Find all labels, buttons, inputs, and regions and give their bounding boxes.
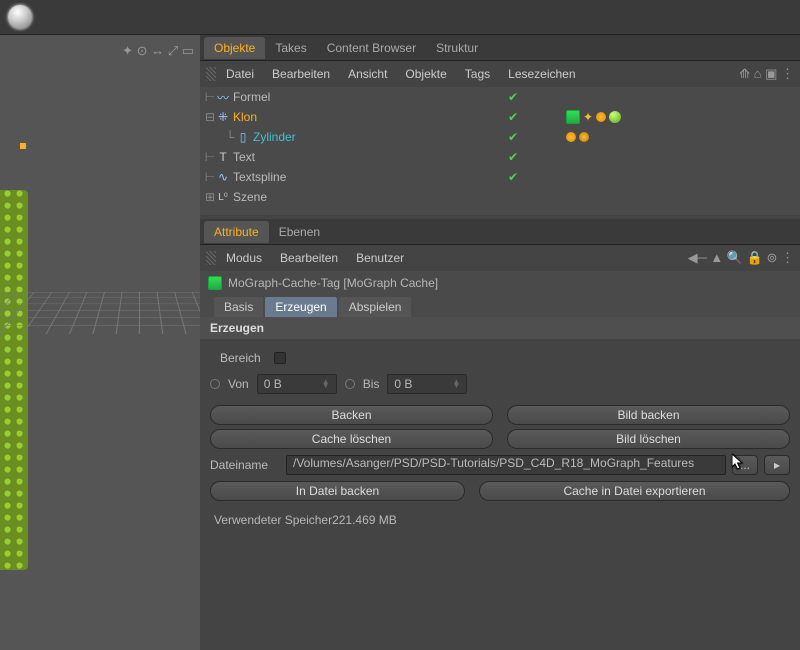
button-bild-loeschen[interactable]: Bild löschen (507, 429, 790, 449)
subtab-abspielen[interactable]: Abspielen (339, 297, 412, 317)
button-backen[interactable]: Backen (210, 405, 493, 425)
grip-icon (206, 67, 216, 81)
tab-attribute[interactable]: Attribute (204, 221, 269, 243)
tree-label: Formel (233, 90, 270, 104)
menu-benutzer[interactable]: Benutzer (348, 248, 412, 268)
tab-struktur[interactable]: Struktur (426, 37, 488, 59)
null-icon: L⁰ (216, 190, 230, 204)
tab-content-browser[interactable]: Content Browser (317, 37, 426, 59)
checkbox-bereich[interactable] (274, 352, 286, 364)
radio-von[interactable] (210, 379, 220, 389)
input-dateiname[interactable]: /Volumes/Asanger/PSD/PSD-Tutorials/PSD_C… (286, 455, 726, 475)
object-title-text: MoGraph-Cache-Tag [MoGraph Cache] (228, 276, 438, 290)
label-von: Von (228, 377, 249, 391)
gizmo-handle[interactable] (20, 143, 26, 149)
menu-tags[interactable]: Tags (457, 64, 498, 84)
radio-bis[interactable] (345, 379, 355, 389)
visibility-dots[interactable]: ✔ (508, 150, 518, 164)
menu-bearbeiten[interactable]: Bearbeiten (264, 64, 338, 84)
button-browse[interactable]: ... (732, 455, 758, 475)
memory-usage: Verwendeter Speicher221.469 MB (200, 503, 800, 537)
mograph-cache-icon (208, 276, 222, 290)
tag-icon[interactable]: ✦ (583, 110, 593, 124)
visibility-dots[interactable]: ✔ (508, 90, 518, 104)
tree-item-zylinder[interactable]: └▯ Zylinder ✔ (200, 127, 800, 147)
menu-bearbeiten-attr[interactable]: Bearbeiten (272, 248, 346, 268)
object-tree[interactable]: ⊢〰 Formel ✔ ⊟⁜ Klon ✔ ✦ └▯ Zylinder ✔ (200, 87, 800, 215)
viewport-3d[interactable]: ✦ ⊙ ↔ ⤢ ▭ (0, 35, 200, 650)
ground-grid (0, 292, 200, 334)
tree-label: Klon (233, 110, 257, 124)
menu-ansicht[interactable]: Ansicht (340, 64, 395, 84)
menu-objekte[interactable]: Objekte (397, 64, 454, 84)
section-header: Erzeugen (200, 317, 800, 339)
button-in-datei-backen[interactable]: In Datei backen (210, 481, 465, 501)
menu-datei[interactable]: Datei (218, 64, 262, 84)
object-title: MoGraph-Cache-Tag [MoGraph Cache] (200, 271, 800, 295)
menu-lesezeichen[interactable]: Lesezeichen (500, 64, 583, 84)
label-bereich: Bereich (210, 351, 266, 365)
tree-label: Szene (233, 190, 267, 204)
light-icon[interactable] (8, 5, 32, 29)
visibility-dots[interactable]: ✔ (508, 130, 518, 144)
tree-item-textspline[interactable]: ⊢∿ Textspline ✔ (200, 167, 800, 187)
om-toolbar-icons[interactable]: ⟰ ⌂ ▣ ⋮ (739, 66, 794, 82)
cylinder-icon: ▯ (236, 130, 250, 144)
grip-icon (206, 251, 216, 265)
visibility-dots[interactable]: ✔ (508, 110, 518, 124)
tree-item-text[interactable]: ⊢T Text ✔ (200, 147, 800, 167)
button-path-arrow[interactable]: ▸ (764, 455, 790, 475)
tab-ebenen[interactable]: Ebenen (269, 221, 330, 243)
tree-item-szene[interactable]: ⊞L⁰ Szene (200, 187, 800, 207)
tree-label: Textspline (233, 170, 286, 184)
cloned-cylinders (0, 190, 28, 570)
input-bis[interactable]: 0 B▲▼ (387, 374, 467, 394)
subtab-basis[interactable]: Basis (214, 297, 263, 317)
tag-icon[interactable] (566, 132, 576, 142)
tag-icon[interactable] (596, 112, 606, 122)
spline-icon: ∿ (216, 170, 230, 184)
input-von[interactable]: 0 B▲▼ (257, 374, 337, 394)
label-dateiname: Dateiname (210, 458, 280, 472)
mograph-cache-tag-icon[interactable] (566, 110, 580, 124)
button-cache-export[interactable]: Cache in Datei exportieren (479, 481, 790, 501)
viewport-icons: ✦ ⊙ ↔ ⤢ ▭ (122, 43, 194, 59)
tree-label: Zylinder (253, 130, 296, 144)
menu-modus[interactable]: Modus (218, 248, 270, 268)
attr-nav-icons[interactable]: ◀─ ▲ 🔍 🔒 ⊚ ⋮ (688, 250, 794, 266)
button-cache-loeschen[interactable]: Cache löschen (210, 429, 493, 449)
tab-takes[interactable]: Takes (265, 37, 316, 59)
tree-item-klon[interactable]: ⊟⁜ Klon ✔ ✦ (200, 107, 800, 127)
label-bis: Bis (363, 377, 380, 391)
tree-item-formel[interactable]: ⊢〰 Formel ✔ (200, 87, 800, 107)
tag-icon[interactable] (579, 132, 589, 142)
material-tag-icon[interactable] (609, 111, 621, 123)
subtab-erzeugen[interactable]: Erzeugen (265, 297, 336, 317)
text-icon: T (216, 150, 230, 164)
formula-icon: 〰 (216, 90, 230, 104)
tree-label: Text (233, 150, 255, 164)
visibility-dots[interactable]: ✔ (508, 170, 518, 184)
tab-objekte[interactable]: Objekte (204, 37, 265, 59)
button-bild-backen[interactable]: Bild backen (507, 405, 790, 425)
cloner-icon: ⁜ (216, 110, 230, 124)
